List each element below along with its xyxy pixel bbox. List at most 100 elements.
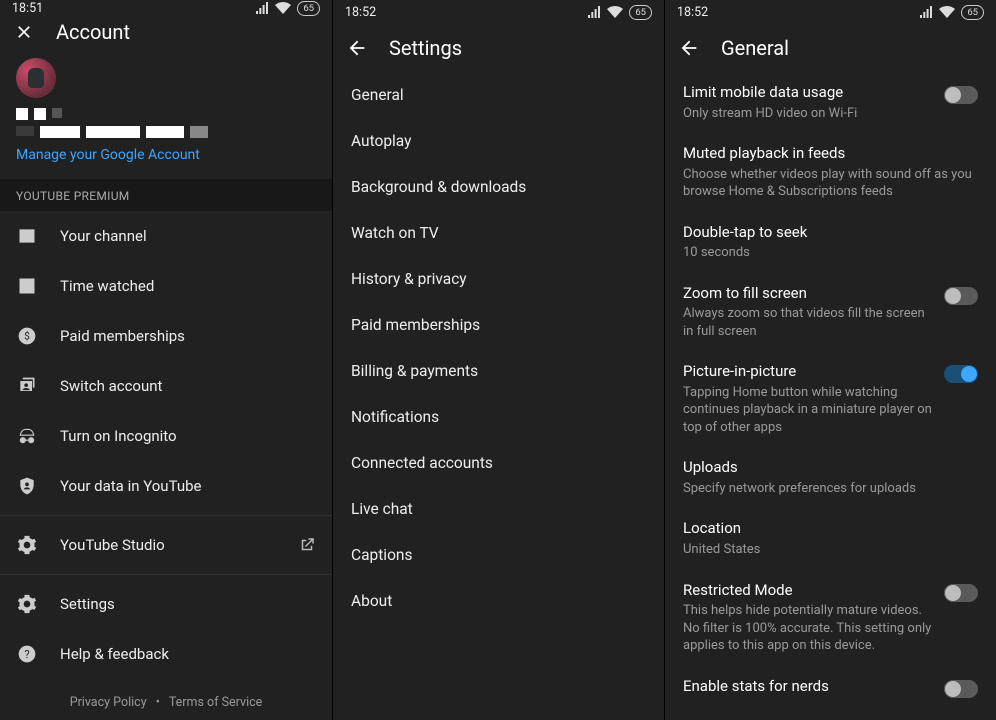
list-item-label: YouTube Studio: [60, 536, 165, 554]
setting-title: Double-tap to seek: [683, 223, 978, 243]
setting-subtitle: Specify network preferences for uploads: [683, 480, 978, 498]
your-channel-item[interactable]: Your channel: [0, 211, 332, 261]
dollar-circle-icon: $: [16, 325, 38, 347]
location-item[interactable]: Location United States: [665, 508, 996, 569]
settings-item-autoplay[interactable]: Autoplay: [333, 118, 664, 164]
gear-icon: [16, 593, 38, 615]
status-bar: 18:52 65: [333, 0, 664, 24]
close-icon[interactable]: [12, 20, 36, 44]
settings-item-notifications[interactable]: Notifications: [333, 394, 664, 440]
limit-mobile-data-toggle[interactable]: [944, 86, 978, 104]
stats-nerds-toggle[interactable]: [944, 680, 978, 698]
your-data-item[interactable]: Your data in YouTube: [0, 461, 332, 511]
setting-subtitle: Always zoom so that videos fill the scre…: [683, 305, 934, 340]
status-time: 18:51: [12, 1, 43, 16]
manage-google-account-link[interactable]: Manage your Google Account: [16, 147, 200, 173]
setting-subtitle: Tapping Home button while watching conti…: [683, 384, 934, 437]
list-item-label: Your data in YouTube: [60, 477, 201, 495]
person-box-icon: [16, 225, 38, 247]
page-title: General: [721, 36, 789, 60]
battery-indicator: 65: [629, 5, 652, 20]
setting-subtitle: Only stream HD video on Wi-Fi: [683, 105, 934, 123]
double-tap-seek-item[interactable]: Double-tap to seek 10 seconds: [665, 212, 996, 273]
studio-gear-icon: [16, 534, 38, 556]
terms-of-service-link[interactable]: Terms of Service: [169, 695, 262, 710]
limit-mobile-data-item[interactable]: Limit mobile data usage Only stream HD v…: [665, 72, 996, 133]
settings-item-background[interactable]: Background & downloads: [333, 164, 664, 210]
section-header-premium: YOUTUBE PREMIUM: [0, 179, 332, 211]
wifi-icon: [939, 6, 955, 18]
restricted-mode-toggle[interactable]: [944, 584, 978, 602]
settings-item-about[interactable]: About: [333, 578, 664, 624]
back-icon[interactable]: [345, 36, 369, 60]
general-app-bar: General: [665, 24, 996, 72]
pip-toggle[interactable]: [944, 365, 978, 383]
divider: [0, 515, 332, 516]
setting-title: Limit mobile data usage: [683, 83, 934, 103]
muted-playback-item[interactable]: Muted playback in feeds Choose whether v…: [665, 133, 996, 212]
account-list: Your channel Time watched $ Paid members…: [0, 211, 332, 679]
shield-person-icon: [16, 475, 38, 497]
list-item-label: Paid memberships: [60, 327, 185, 345]
setting-title: Picture-in-picture: [683, 362, 934, 382]
settings-item-connected[interactable]: Connected accounts: [333, 440, 664, 486]
zoom-fill-item[interactable]: Zoom to fill screen Always zoom so that …: [665, 273, 996, 352]
settings-item-billing[interactable]: Billing & payments: [333, 348, 664, 394]
setting-subtitle: Choose whether videos play with sound of…: [683, 166, 978, 201]
settings-item-watch-tv[interactable]: Watch on TV: [333, 210, 664, 256]
avatar[interactable]: [16, 58, 56, 98]
incognito-icon: [16, 425, 38, 447]
setting-subtitle: This helps hide potentially mature video…: [683, 602, 934, 655]
account-panel: 18:51 65 Account Manage your Google Acco…: [0, 0, 332, 720]
setting-subtitle: United States: [683, 541, 978, 559]
setting-title: Enable stats for nerds: [683, 677, 934, 697]
settings-list: General Autoplay Background & downloads …: [333, 72, 664, 624]
svg-text:?: ?: [24, 648, 29, 661]
general-panel: 18:52 65 General Limit mobile data usage…: [664, 0, 996, 720]
switch-account-icon: [16, 375, 38, 397]
pip-item[interactable]: Picture-in-picture Tapping Home button w…: [665, 351, 996, 447]
time-watched-item[interactable]: Time watched: [0, 261, 332, 311]
settings-item-general[interactable]: General: [333, 72, 664, 118]
help-circle-icon: ?: [16, 643, 38, 665]
bar-chart-icon: [16, 275, 38, 297]
page-title: Account: [56, 20, 130, 44]
profile-block: Manage your Google Account: [0, 48, 332, 179]
privacy-policy-link[interactable]: Privacy Policy: [70, 695, 147, 710]
signal-icon: [587, 6, 601, 18]
settings-item-livechat[interactable]: Live chat: [333, 486, 664, 532]
redacted-name: [16, 108, 316, 120]
stats-nerds-item[interactable]: Enable stats for nerds: [665, 666, 996, 709]
help-item[interactable]: ? Help & feedback: [0, 629, 332, 679]
list-item-label: Help & feedback: [60, 645, 169, 663]
settings-item-captions[interactable]: Captions: [333, 532, 664, 578]
signal-icon: [255, 2, 269, 14]
back-icon[interactable]: [677, 36, 701, 60]
youtube-studio-item[interactable]: YouTube Studio: [0, 520, 332, 570]
setting-title: Uploads: [683, 458, 978, 478]
account-app-bar: Account: [0, 16, 332, 48]
settings-item-history[interactable]: History & privacy: [333, 256, 664, 302]
list-item-label: Settings: [60, 595, 115, 613]
incognito-item[interactable]: Turn on Incognito: [0, 411, 332, 461]
list-item-label: Switch account: [60, 377, 162, 395]
restricted-mode-item[interactable]: Restricted Mode This helps hide potentia…: [665, 570, 996, 666]
status-time: 18:52: [345, 5, 376, 20]
paid-memberships-item[interactable]: $ Paid memberships: [0, 311, 332, 361]
svg-text:$: $: [24, 329, 30, 342]
setting-title: Restricted Mode: [683, 581, 934, 601]
status-bar: 18:52 65: [665, 0, 996, 24]
settings-item-paid[interactable]: Paid memberships: [333, 302, 664, 348]
zoom-fill-toggle[interactable]: [944, 287, 978, 305]
signal-icon: [919, 6, 933, 18]
status-time: 18:52: [677, 5, 708, 20]
switch-account-item[interactable]: Switch account: [0, 361, 332, 411]
wifi-icon: [275, 2, 291, 14]
uploads-item[interactable]: Uploads Specify network preferences for …: [665, 447, 996, 508]
list-item-label: Turn on Incognito: [60, 427, 177, 445]
settings-item[interactable]: Settings: [0, 579, 332, 629]
general-list: Limit mobile data usage Only stream HD v…: [665, 72, 996, 709]
setting-subtitle: 10 seconds: [683, 244, 978, 262]
open-external-icon: [298, 536, 316, 554]
battery-indicator: 65: [297, 1, 320, 16]
